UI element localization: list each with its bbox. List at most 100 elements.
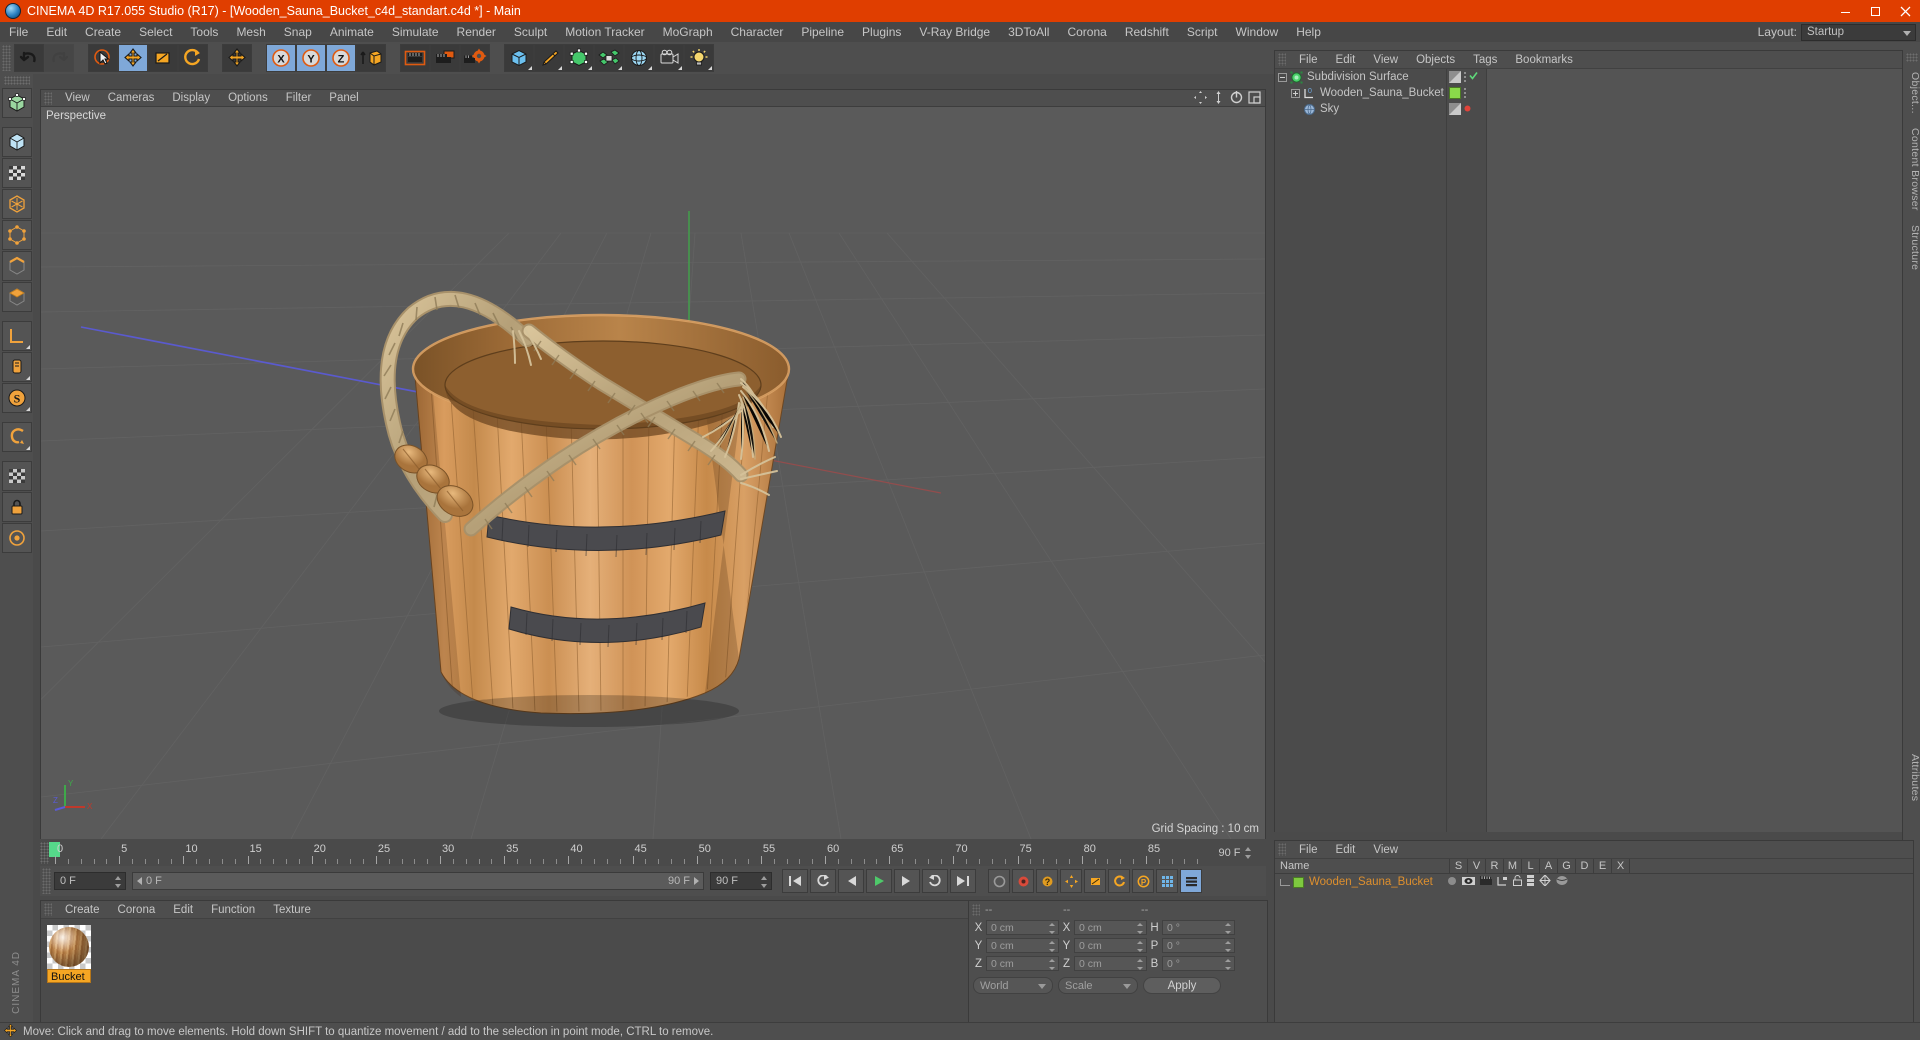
undo-button[interactable] (14, 44, 44, 72)
menu-motion-tracker[interactable]: Motion Tracker (556, 22, 653, 42)
expander-minus-icon[interactable] (1278, 72, 1287, 82)
point-level-animation-button[interactable] (1156, 869, 1178, 893)
column-header-v[interactable]: V (1468, 859, 1486, 873)
object-row-wooden-sauna-bucket[interactable]: 0 Wooden_Sauna_Bucket (1275, 85, 1446, 101)
objmgr-menu-file[interactable]: File (1290, 51, 1327, 69)
add-generator-button[interactable] (564, 44, 594, 72)
menu-sculpt[interactable]: Sculpt (505, 22, 556, 42)
points-mode-button[interactable] (1, 220, 32, 250)
object-axis-mode-button[interactable] (1, 189, 32, 219)
menu-character[interactable]: Character (722, 22, 793, 42)
material-list[interactable]: Bucket (41, 919, 989, 1029)
make-editable-button[interactable] (1, 88, 32, 118)
tag-row-bucket[interactable] (1447, 85, 1486, 101)
timeline-end-stepper[interactable] (1244, 847, 1252, 859)
render-clapper-icon[interactable] (1479, 875, 1492, 889)
unlock-icon[interactable] (1512, 875, 1522, 889)
tag-row-sky[interactable] (1447, 101, 1486, 117)
dock-tab-content-browser[interactable]: Content Browser (1903, 121, 1920, 218)
red-dot-icon[interactable] (1464, 103, 1471, 115)
material-preview-swatch[interactable] (47, 925, 91, 969)
pan-view-icon[interactable] (1194, 91, 1207, 107)
texture-axis-icon-button[interactable] (1, 461, 32, 491)
matmgr-menu-corona[interactable]: Corona (109, 901, 165, 919)
motion-icon[interactable] (1497, 876, 1508, 889)
range-end-handle-icon[interactable] (694, 877, 699, 885)
menu-edit[interactable]: Edit (37, 22, 76, 42)
live-selection-tool[interactable] (88, 44, 118, 72)
redo-button[interactable] (44, 44, 74, 72)
coord-size-z-stepper[interactable] (1137, 958, 1144, 970)
coord-pos-x-stepper[interactable] (1049, 922, 1056, 934)
powerslider-range[interactable]: 0 F 90 F (132, 872, 704, 890)
magnet-snap-icon-button[interactable] (1, 422, 32, 452)
record-active-objects-button[interactable] (988, 869, 1010, 893)
viewport-menu-panel[interactable]: Panel (320, 90, 367, 107)
coord-pos-y-field[interactable]: 0 cm (986, 938, 1059, 953)
position-key-button[interactable] (1060, 869, 1082, 893)
object-tree[interactable]: Subdivision Surface 0 Wooden_Sauna_Bucke… (1275, 69, 1447, 832)
preview-end-stepper[interactable] (761, 876, 768, 888)
edges-mode-button[interactable] (1, 251, 32, 281)
coord-rot-h-field[interactable]: 0 ° (1162, 920, 1235, 935)
render-view-button[interactable] (400, 44, 430, 72)
viewport-menu-options[interactable]: Options (219, 90, 277, 107)
coordinates-grip[interactable] (972, 903, 980, 916)
objmgr-menu-view[interactable]: View (1364, 51, 1407, 69)
sky-texture-tag-icon[interactable] (1449, 103, 1461, 115)
previous-keyframe-button[interactable] (810, 869, 836, 893)
matmgr-menu-edit[interactable]: Edit (164, 901, 202, 919)
column-header-r[interactable]: R (1486, 859, 1504, 873)
generator-icon[interactable] (1539, 874, 1551, 889)
menu-pipeline[interactable]: Pipeline (792, 22, 853, 42)
column-header-name[interactable]: Name (1275, 859, 1450, 873)
perspective-viewport[interactable]: View Cameras Display Options Filter Pane… (40, 89, 1266, 839)
menu-corona[interactable]: Corona (1058, 22, 1115, 42)
coord-size-x-field[interactable]: 0 cm (1074, 920, 1147, 935)
objmgr-menu-bookmarks[interactable]: Bookmarks (1506, 51, 1582, 69)
polygons-mode-button[interactable] (1, 282, 32, 312)
menu-simulate[interactable]: Simulate (383, 22, 448, 42)
play-button[interactable] (866, 869, 892, 893)
timeline-ruler[interactable]: 051015202530354045505560657075808590 (49, 842, 1266, 864)
coord-pos-x-field[interactable]: 0 cm (986, 920, 1059, 935)
timeline-end-field[interactable]: 90 F (1204, 842, 1266, 864)
menu-create[interactable]: Create (76, 22, 130, 42)
menu-select[interactable]: Select (130, 22, 181, 42)
material-tag-green-icon[interactable] (1449, 87, 1461, 99)
column-header-s[interactable]: S (1450, 859, 1468, 873)
scale-key-button[interactable] (1084, 869, 1106, 893)
size-mode-select[interactable]: Scale (1058, 977, 1138, 994)
objmgr-menu-tags[interactable]: Tags (1464, 51, 1506, 69)
add-cube-button[interactable] (504, 44, 534, 72)
timeline-grip[interactable] (40, 842, 49, 864)
column-header-g[interactable]: G (1558, 859, 1576, 873)
menu-window[interactable]: Window (1227, 22, 1288, 42)
preview-end-field[interactable]: 90 F (710, 872, 772, 890)
column-header-a[interactable]: A (1540, 859, 1558, 873)
dock-tab-structure[interactable]: Structure (1903, 218, 1920, 277)
maximize-icon[interactable] (1860, 0, 1890, 22)
viewport-solo-button[interactable] (1, 321, 32, 351)
coord-pos-z-stepper[interactable] (1049, 958, 1056, 970)
range-start-handle-icon[interactable] (137, 877, 142, 885)
bottom-object-list-row[interactable]: Wooden_Sauna_Bucket (1275, 874, 1913, 890)
objlist2-menu-file[interactable]: File (1290, 841, 1327, 859)
transport-grip[interactable] (42, 868, 51, 894)
objmgr-menu-objects[interactable]: Objects (1407, 51, 1464, 69)
viewport-menu-display[interactable]: Display (163, 90, 219, 107)
move-tool[interactable] (118, 44, 148, 72)
right-dock-grip[interactable] (1905, 53, 1918, 62)
snap-s-icon-button[interactable]: S (1, 383, 32, 413)
coord-rot-p-field[interactable]: 0 ° (1162, 938, 1235, 953)
scale-tool[interactable] (148, 44, 178, 72)
coordinate-system-select[interactable]: World (973, 977, 1053, 994)
menu-redshift[interactable]: Redshift (1116, 22, 1178, 42)
object-manager-empty-area[interactable] (1487, 69, 1913, 832)
timeline-toggle-button[interactable] (1180, 869, 1202, 893)
expander-plus-icon[interactable] (1291, 88, 1300, 98)
coord-rot-b-stepper[interactable] (1225, 958, 1232, 970)
add-light-button[interactable] (684, 44, 714, 72)
autokeying-button[interactable] (1012, 869, 1034, 893)
current-frame-stepper[interactable] (115, 876, 122, 888)
